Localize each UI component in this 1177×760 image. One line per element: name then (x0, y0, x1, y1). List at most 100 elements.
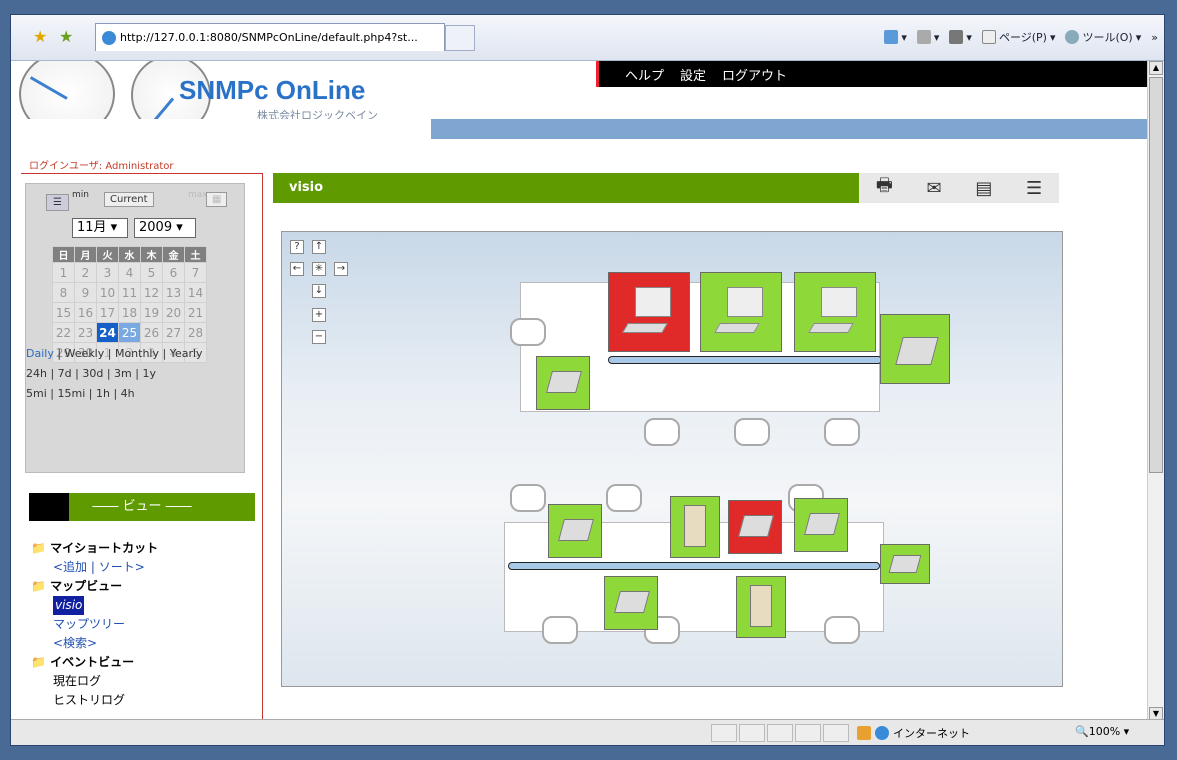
calendar-day[interactable]: 13 (162, 282, 185, 303)
calendar-day[interactable]: 22 (52, 322, 75, 343)
period-weekly[interactable]: Weekly (65, 347, 105, 360)
nav-help[interactable]: ヘルプ (625, 65, 664, 84)
pc-node-alarm[interactable] (608, 272, 690, 352)
calendar-day-selected[interactable]: 25 (118, 322, 141, 343)
page-menu[interactable]: ページ(P) ▾ (981, 29, 1055, 45)
vertical-scrollbar[interactable]: ▲ ▼ (1147, 61, 1164, 721)
scroll-up-icon[interactable]: ▲ (1149, 61, 1163, 75)
tree-item-visio[interactable]: visio (53, 596, 85, 615)
range-7d[interactable]: 7d (58, 367, 72, 380)
server-node-ok[interactable] (670, 496, 720, 558)
home-icon (884, 30, 899, 44)
calendar-day[interactable]: 7 (184, 262, 207, 283)
list-icon[interactable]: ☰ (1026, 178, 1042, 199)
home-button[interactable]: ▾ (884, 29, 907, 45)
calendar-day[interactable]: 15 (52, 302, 75, 323)
pc-node-ok[interactable] (700, 272, 782, 352)
interval-1h[interactable]: 1h (96, 387, 110, 400)
desktop-pc-icon (727, 287, 763, 317)
calendar-day[interactable]: 11 (118, 282, 141, 303)
feeds-button[interactable]: ▾ (916, 29, 939, 45)
tree-item-history-log[interactable]: ヒストリログ (31, 691, 158, 710)
calendar-day[interactable]: 8 (52, 282, 75, 303)
calendar-day[interactable]: 23 (74, 322, 97, 343)
calendar-day[interactable]: 9 (74, 282, 97, 303)
shortcut-actions[interactable]: <追加 | ソート> (31, 558, 158, 577)
more-chevron[interactable]: » (1151, 29, 1158, 45)
range-1y[interactable]: 1y (142, 367, 156, 380)
calendar-day[interactable]: 21 (184, 302, 207, 323)
calendar-day[interactable]: 27 (162, 322, 185, 343)
calendar-day[interactable]: 10 (96, 282, 119, 303)
tree-item-maptree[interactable]: マップツリー (31, 615, 158, 634)
calendar-day[interactable]: 26 (140, 322, 163, 343)
calendar-day-today[interactable]: 24 (96, 322, 119, 343)
tree-folder-shortcut[interactable]: 📁 マイショートカット (31, 539, 158, 558)
pan-down-icon[interactable]: ↓ (312, 284, 326, 298)
browser-tab[interactable]: http://127.0.0.1:8080/SNMPcOnLine/defaul… (95, 23, 445, 51)
mail-icon[interactable]: ✉ (927, 178, 942, 199)
range-24h[interactable]: 24h (26, 367, 47, 380)
tree-item-current-log[interactable]: 現在ログ (31, 672, 158, 691)
help-icon[interactable]: ? (290, 240, 304, 254)
year-select[interactable]: 2009 ▾ (134, 218, 196, 238)
calendar-day[interactable]: 3 (96, 262, 119, 283)
printer-node-ok[interactable] (880, 544, 930, 584)
tree-folder-mapview[interactable]: 📁 マップビュー (31, 577, 158, 596)
security-zone[interactable]: インターネット (857, 725, 970, 741)
pc-node-ok[interactable] (794, 272, 876, 352)
range-30d[interactable]: 30d (82, 367, 103, 380)
calendar-day[interactable]: 20 (162, 302, 185, 323)
tree-folder-eventview[interactable]: 📁 イベントビュー (31, 653, 158, 672)
tree-item-search[interactable]: <検索> (31, 634, 158, 653)
laptop-node-ok[interactable] (548, 504, 602, 558)
calendar-day[interactable]: 6 (162, 262, 185, 283)
calendar-day[interactable]: 2 (74, 262, 97, 283)
laptop-node-alarm[interactable] (728, 500, 782, 554)
calendar-day[interactable]: 19 (140, 302, 163, 323)
nav-logout[interactable]: ログアウト (722, 65, 787, 84)
calendar-day[interactable]: 14 (184, 282, 207, 303)
period-monthly[interactable]: Monthly (115, 347, 159, 360)
calendar-day[interactable]: 5 (140, 262, 163, 283)
max-button[interactable]: ▦ (206, 192, 228, 207)
calendar-day[interactable]: 16 (74, 302, 97, 323)
nav-settings[interactable]: 設定 (680, 65, 706, 84)
report-icon[interactable]: ▤ (975, 178, 992, 199)
new-tab-button[interactable] (445, 25, 475, 51)
period-daily[interactable]: Daily (26, 347, 54, 360)
browser-toolbar: ★ ★ http://127.0.0.1:8080/SNMPcOnLine/de… (11, 15, 1164, 61)
interval-4h[interactable]: 4h (121, 387, 135, 400)
calendar-day[interactable]: 1 (52, 262, 75, 283)
list-min-button[interactable]: ☰ (46, 194, 69, 211)
laptop-node-ok[interactable] (794, 498, 848, 552)
pan-center-icon[interactable]: ✳ (312, 262, 326, 276)
print-button[interactable]: ▾ (949, 29, 972, 45)
printer-node-ok[interactable] (880, 314, 950, 384)
scroll-thumb[interactable] (1149, 77, 1163, 473)
tools-menu[interactable]: ツール(O) ▾ (1065, 29, 1141, 45)
interval-15mi[interactable]: 15mi (57, 387, 85, 400)
favorites-star-icon[interactable]: ★ (33, 27, 47, 46)
pan-left-icon[interactable]: ← (290, 262, 304, 276)
zoom-control[interactable]: 🔍100% ▾ (1075, 725, 1129, 738)
pan-right-icon[interactable]: → (334, 262, 348, 276)
calendar-day[interactable]: 28 (184, 322, 207, 343)
server-node-ok[interactable] (736, 576, 786, 638)
month-select[interactable]: 11月 ▾ (72, 218, 128, 238)
calendar-day[interactable]: 4 (118, 262, 141, 283)
laptop-node-ok[interactable] (536, 356, 590, 410)
calendar-day[interactable]: 12 (140, 282, 163, 303)
calendar-day[interactable]: 17 (96, 302, 119, 323)
zoom-in-icon[interactable]: + (312, 308, 326, 322)
pan-up-icon[interactable]: ↑ (312, 240, 326, 254)
range-3m[interactable]: 3m (114, 367, 132, 380)
print-icon[interactable]: 🖶 (876, 173, 893, 203)
zoom-out-icon[interactable]: − (312, 330, 326, 344)
laptop-node-ok[interactable] (604, 576, 658, 630)
period-yearly[interactable]: Yearly (170, 347, 203, 360)
add-favorites-icon[interactable]: ★ (59, 27, 73, 46)
current-button[interactable]: Current (104, 192, 154, 207)
calendar-day[interactable]: 18 (118, 302, 141, 323)
interval-5mi[interactable]: 5mi (26, 387, 47, 400)
